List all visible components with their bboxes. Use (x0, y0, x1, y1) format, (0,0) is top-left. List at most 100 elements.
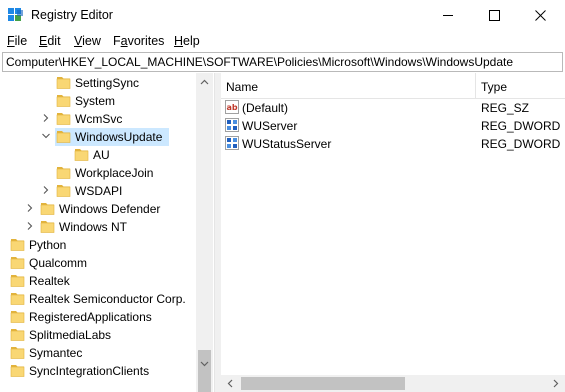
tree-item-label: System (75, 94, 116, 108)
tree-item[interactable]: SplitmediaLabs (0, 326, 196, 344)
tree-item[interactable]: Windows Defender (0, 200, 196, 218)
tree-item[interactable]: SyncIntegrationClients (0, 362, 196, 380)
binary-value-icon (225, 118, 239, 132)
tree-item-label: Qualcomm (29, 256, 88, 270)
tree-item-label: Windows Defender (59, 202, 161, 216)
folder-icon (40, 203, 55, 215)
chevron-right-icon[interactable] (41, 185, 51, 195)
tree-item[interactable]: RegisteredApplications (0, 308, 196, 326)
maximize-button[interactable] (471, 0, 517, 31)
tree-vertical-scrollbar[interactable] (196, 73, 213, 392)
tree-item-label: RegisteredApplications (29, 310, 152, 324)
close-icon (534, 10, 546, 21)
column-type[interactable]: Type (481, 80, 507, 94)
close-button[interactable] (517, 0, 563, 31)
value-name: (Default) (242, 101, 289, 115)
chevron-down-icon[interactable] (41, 131, 51, 141)
tree-item[interactable]: WcmSvc (0, 110, 196, 128)
folder-icon (40, 221, 55, 233)
folder-icon (56, 131, 71, 143)
folder-icon (10, 257, 25, 269)
list-scroll-thumb[interactable] (241, 377, 405, 390)
tree-item-label: Python (29, 238, 67, 252)
maximize-icon (488, 10, 500, 21)
scroll-right-icon[interactable] (551, 379, 560, 388)
tree-item[interactable]: AU (0, 146, 196, 164)
tree-item-label: WindowsUpdate (75, 130, 163, 144)
chevron-right-icon[interactable] (25, 203, 35, 213)
folder-icon (10, 293, 25, 305)
window-title: Registry Editor (31, 8, 113, 22)
values-list[interactable]: Name Type ab (Default) REG_SZ WUServer REG_D… (221, 73, 565, 392)
menu-view[interactable]: View (74, 34, 101, 48)
tree-item-label: Windows NT (59, 220, 128, 234)
menu-favorites[interactable]: Favorites (113, 34, 164, 48)
tree-item-label: Realtek (29, 274, 70, 288)
folder-icon (10, 329, 25, 341)
folder-icon (10, 365, 25, 377)
value-type: REG_DWORD (481, 137, 561, 151)
tree-item-label: Symantec (29, 346, 83, 360)
chevron-right-icon[interactable] (41, 113, 51, 123)
tree-item-label: AU (93, 148, 110, 162)
column-name[interactable]: Name (226, 80, 258, 94)
minimize-icon (442, 15, 453, 16)
chevron-right-icon[interactable] (25, 221, 35, 231)
tree-item-label: WorkplaceJoin (75, 166, 154, 180)
value-row[interactable]: WUServer REG_DWORD (221, 117, 565, 135)
tree-scroll-thumb[interactable] (198, 350, 211, 392)
folder-icon (10, 239, 25, 251)
tree-item[interactable]: Qualcomm (0, 254, 196, 272)
menu-help[interactable]: Help (174, 34, 200, 48)
tree-item-label: SyncIntegrationClients (29, 364, 150, 378)
tree-item-label: SplitmediaLabs (29, 328, 112, 342)
folder-icon (74, 149, 89, 161)
scroll-down-icon[interactable] (200, 359, 209, 368)
value-type: REG_DWORD (481, 119, 561, 133)
value-type: REG_SZ (481, 101, 530, 115)
folder-icon (56, 185, 71, 197)
folder-icon (10, 311, 25, 323)
key-tree[interactable]: SettingSync System WcmSvc WindowsUpdate AU Wo… (0, 73, 215, 392)
menu-edit[interactable]: Edit (39, 34, 61, 48)
folder-icon (56, 95, 71, 107)
tree-item-label: Realtek Semiconductor Corp. (29, 292, 186, 306)
svg-text:ab: ab (227, 103, 238, 112)
registry-editor-icon (8, 8, 23, 21)
scroll-left-icon[interactable] (226, 379, 235, 388)
folder-icon (56, 113, 71, 125)
menu-bar: File Edit View Favorites Help (0, 31, 565, 51)
tree-item[interactable]: Realtek (0, 272, 196, 290)
tree-item-label: WSDAPI (75, 184, 123, 198)
tree-item[interactable]: SettingSync (0, 74, 196, 92)
list-horizontal-scrollbar[interactable] (221, 375, 565, 392)
tree-item[interactable]: Realtek Semiconductor Corp. (0, 290, 196, 308)
folder-icon (56, 77, 71, 89)
tree-item[interactable]: Python (0, 236, 196, 254)
tree-item-label: WcmSvc (75, 112, 123, 126)
string-value-icon: ab (225, 100, 239, 114)
list-header: Name Type (221, 73, 565, 99)
value-name: WUStatusServer (242, 137, 332, 151)
address-bar[interactable]: Computer\HKEY_LOCAL_MACHINE\SOFTWARE\Pol… (2, 52, 563, 72)
title-bar[interactable]: Registry Editor (0, 0, 565, 31)
tree-item[interactable]: Symantec (0, 344, 196, 362)
value-name: WUServer (242, 119, 298, 133)
folder-icon (56, 167, 71, 179)
address-path[interactable]: Computer\HKEY_LOCAL_MACHINE\SOFTWARE\Pol… (6, 55, 513, 69)
value-row[interactable]: WUStatusServer REG_DWORD (221, 135, 565, 153)
tree-item[interactable]: System (0, 92, 196, 110)
binary-value-icon (225, 136, 239, 150)
folder-icon (10, 275, 25, 287)
tree-item[interactable]: Windows NT (0, 218, 196, 236)
tree-item[interactable]: WSDAPI (0, 182, 196, 200)
scroll-up-icon[interactable] (200, 78, 209, 87)
minimize-button[interactable] (425, 0, 471, 31)
value-row[interactable]: ab (Default) REG_SZ (221, 99, 565, 117)
menu-file[interactable]: File (7, 34, 27, 48)
folder-icon (10, 347, 25, 359)
tree-item[interactable]: WorkplaceJoin (0, 164, 196, 182)
tree-item-label: SettingSync (75, 76, 140, 90)
tree-item[interactable]: WindowsUpdate (0, 128, 196, 146)
column-divider[interactable] (475, 73, 476, 99)
